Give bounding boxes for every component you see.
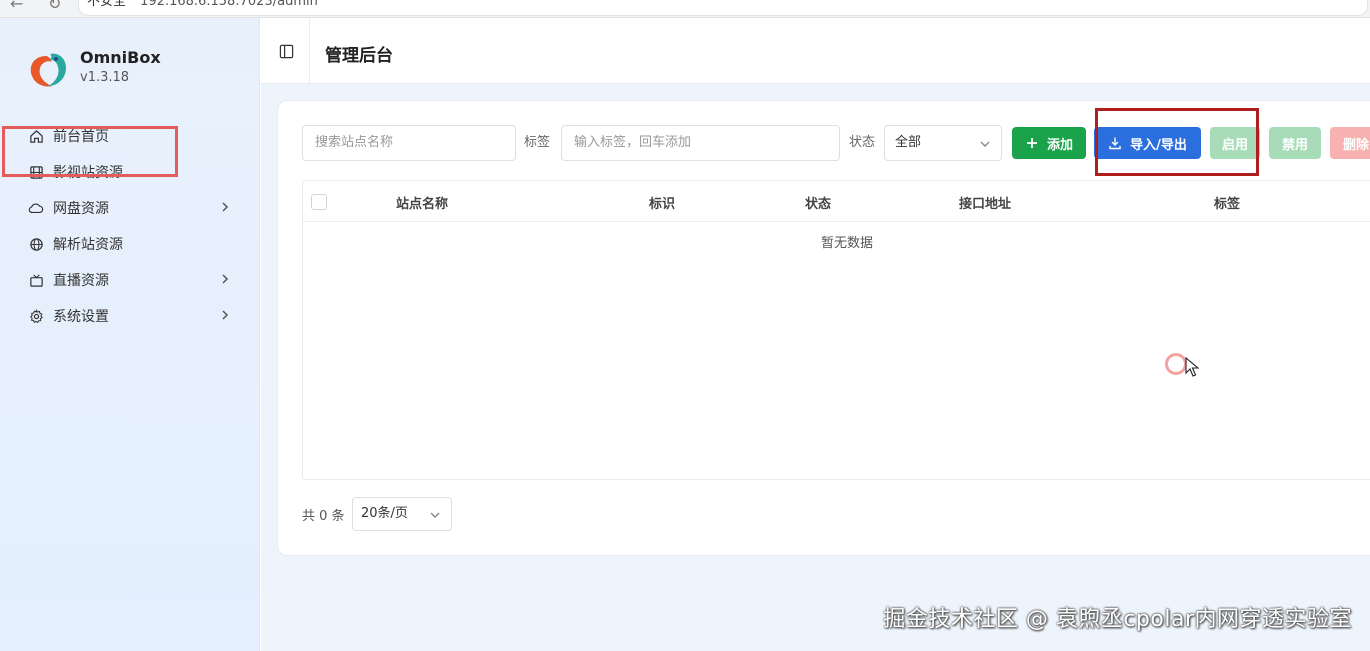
sidebar-item-cloud[interactable]: 网盘资源 xyxy=(0,190,260,226)
tag-input[interactable]: 输入标签，回车添加 xyxy=(561,125,840,161)
gear-icon xyxy=(28,308,44,324)
empty-state-text: 暂无数据 xyxy=(820,236,873,251)
sidebar-item-film[interactable]: 影视站资源 xyxy=(0,154,260,190)
brand: OmniBox v1.3.18 xyxy=(26,48,246,92)
status-label: 状态 xyxy=(849,135,876,150)
import-export-label: 导入/导出 xyxy=(1130,137,1187,153)
column-header-tags[interactable]: 标签 xyxy=(1214,193,1240,212)
sidebar-item-label: 直播资源 xyxy=(53,273,109,289)
content-card: 搜索站点名称 标签 输入标签，回车添加 状态 全部 添加 导入/导出 启用 禁用 xyxy=(277,100,1370,556)
column-header-id[interactable]: 标识 xyxy=(649,193,675,212)
tv-icon xyxy=(28,272,44,288)
insecure-warning: 不安全 xyxy=(87,0,127,9)
page-title: 管理后台 xyxy=(325,46,393,66)
search-input[interactable]: 搜索站点名称 xyxy=(302,125,516,161)
page-size-value: 20条/页 xyxy=(361,506,408,521)
chevron-right-icon xyxy=(222,310,229,320)
sidebar-item-settings[interactable]: 系统设置 xyxy=(0,298,260,334)
film-icon xyxy=(28,164,44,180)
omnibox-logo xyxy=(30,53,66,87)
reload-icon[interactable]: ↻ xyxy=(48,0,61,13)
delete-button[interactable]: 删除 xyxy=(1330,127,1370,159)
import-export-button[interactable]: 导入/导出 xyxy=(1094,127,1201,159)
download-icon xyxy=(1109,137,1121,150)
tag-label: 标签 xyxy=(524,135,551,150)
sidebar: OmniBox v1.3.18 前台首页 影视站资源 网盘资源 解析站资源 直播… xyxy=(0,18,260,651)
sidebar-item-home[interactable]: 前台首页 xyxy=(0,118,260,154)
sidebar-item-label: 解析站资源 xyxy=(53,237,123,253)
sidebar-item-label: 系统设置 xyxy=(53,309,109,325)
column-header-api[interactable]: 接口地址 xyxy=(959,193,1011,212)
disable-button[interactable]: 禁用 xyxy=(1269,127,1321,159)
main-content: 搜索站点名称 标签 输入标签，回车添加 状态 全部 添加 导入/导出 启用 禁用 xyxy=(261,84,1370,651)
pagination-total: 共 0 条 xyxy=(302,509,345,524)
enable-button-label: 启用 xyxy=(1221,137,1248,153)
back-arrow-icon[interactable]: ← xyxy=(10,0,23,13)
sidebar-item-label: 影视站资源 xyxy=(53,165,123,181)
add-button-label: 添加 xyxy=(1046,137,1073,153)
select-all-checkbox[interactable] xyxy=(311,194,327,210)
status-select[interactable]: 全部 xyxy=(884,125,1002,161)
globe-icon xyxy=(28,236,44,252)
click-indicator xyxy=(1165,353,1187,375)
chevron-down-icon xyxy=(980,141,990,147)
chevron-right-icon xyxy=(222,274,229,284)
sidebar-item-parse[interactable]: 解析站资源 xyxy=(0,226,260,262)
sidebar-item-label: 网盘资源 xyxy=(53,201,109,217)
sidebar-item-live[interactable]: 直播资源 xyxy=(0,262,260,298)
enable-button[interactable]: 启用 xyxy=(1210,127,1260,159)
sidebar-toggle-icon[interactable] xyxy=(279,44,294,59)
url-text: 192.168.6.158:7023/admin xyxy=(140,0,318,9)
delete-button-label: 删除 xyxy=(1342,137,1369,153)
cloud-icon xyxy=(28,200,44,216)
sidebar-item-label: 前台首页 xyxy=(53,129,109,145)
header-divider xyxy=(309,18,310,84)
watermark-text: 掘金技术社区 @ 袁煦丞cpolar内网穿透实验室 xyxy=(883,607,1352,632)
page-size-select[interactable]: 20条/页 xyxy=(352,497,452,531)
browser-toolbar: ← ↻ 不安全 192.168.6.158:7023/admin xyxy=(0,0,1370,18)
home-icon xyxy=(28,128,44,144)
chevron-right-icon xyxy=(222,202,229,212)
sidebar-menu: 前台首页 影视站资源 网盘资源 解析站资源 直播资源 系统设置 xyxy=(0,118,260,334)
disable-button-label: 禁用 xyxy=(1281,137,1308,153)
add-button[interactable]: 添加 xyxy=(1012,127,1086,159)
top-header: 管理后台 xyxy=(261,18,1370,84)
plus-icon xyxy=(1026,138,1037,148)
status-select-value: 全部 xyxy=(895,135,922,150)
column-header-status[interactable]: 状态 xyxy=(805,193,831,212)
address-bar[interactable]: 不安全 192.168.6.158:7023/admin xyxy=(78,0,1368,16)
chevron-down-icon xyxy=(430,512,440,518)
column-header-name[interactable]: 站点名称 xyxy=(396,193,448,212)
app-name: OmniBox xyxy=(80,48,161,67)
sites-table: 站点名称 标识 状态 接口地址 标签 暂无数据 xyxy=(302,180,1370,480)
mouse-cursor-icon xyxy=(1185,357,1199,377)
filter-toolbar: 搜索站点名称 标签 输入标签，回车添加 状态 全部 添加 导入/导出 启用 禁用 xyxy=(302,108,1370,176)
table-header: 站点名称 标识 状态 接口地址 标签 xyxy=(303,181,1370,222)
app-version: v1.3.18 xyxy=(80,70,130,85)
